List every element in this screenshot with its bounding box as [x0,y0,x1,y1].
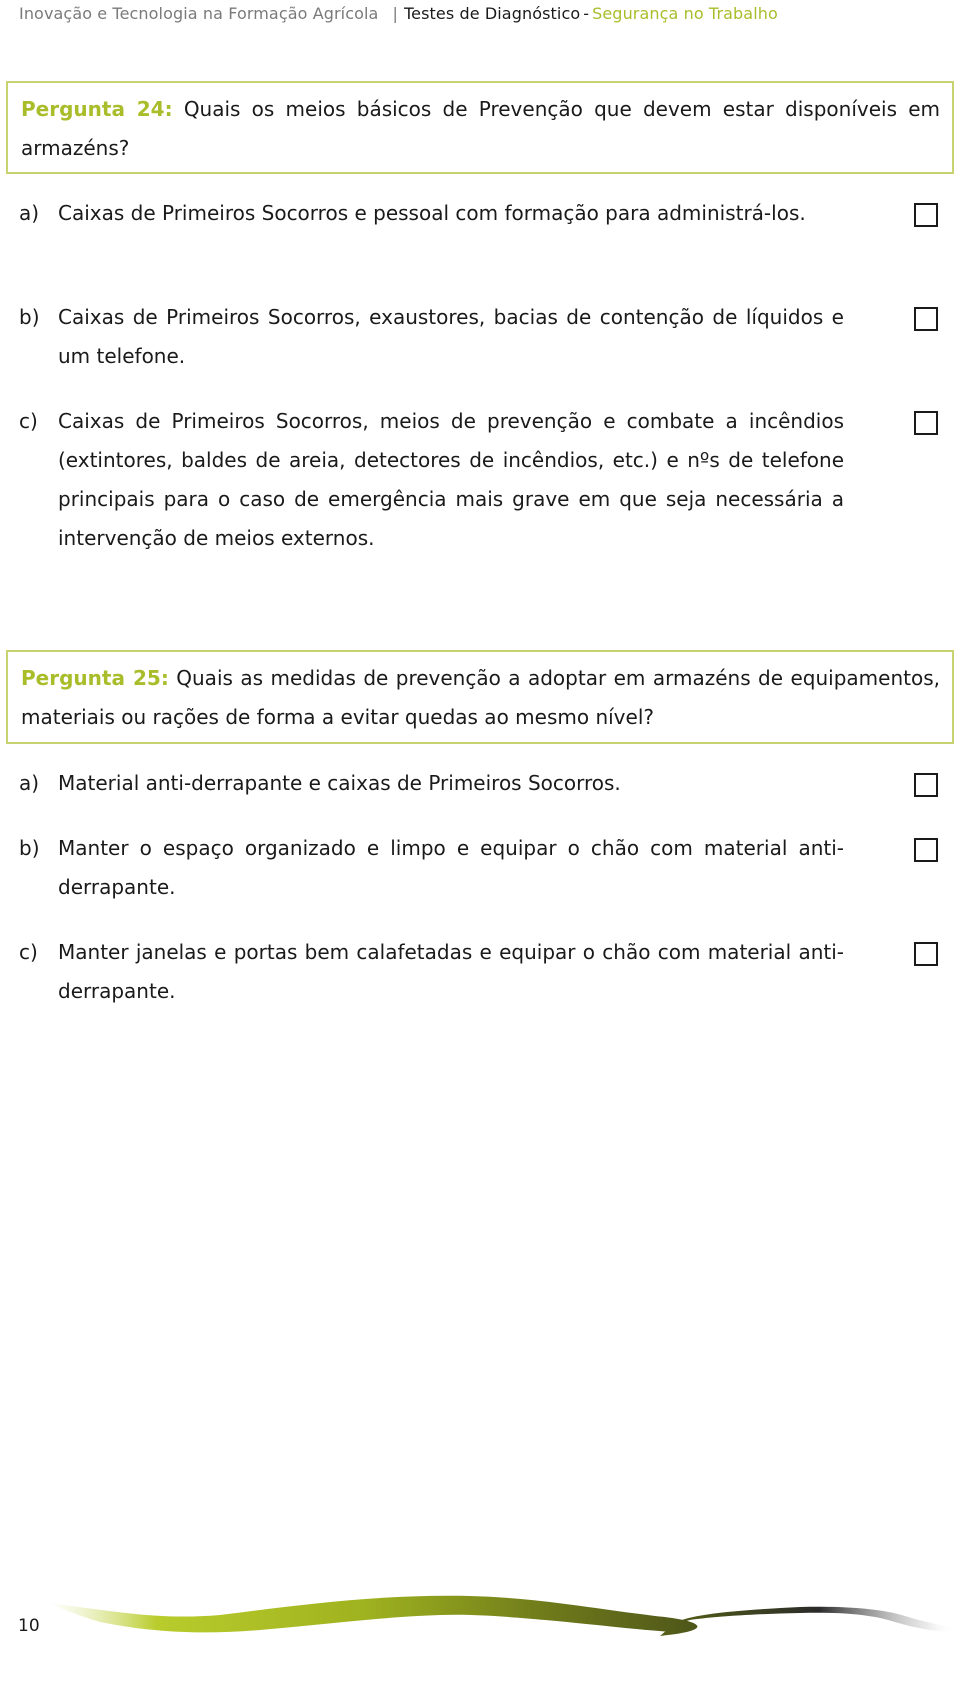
option-25-a: a) Material anti-derrapante e caixas de … [19,764,844,803]
option-text: Manter o espaço organizado e limpo e equ… [58,836,844,899]
option-text: Caixas de Primeiros Socorros, exaustores… [58,305,844,368]
option-text: Manter janelas e portas bem calafetadas … [58,940,844,1003]
checkbox-24-a[interactable] [914,203,938,227]
topic-title: Segurança no Trabalho [592,4,778,23]
question-24-box: Pergunta 24: Quais os meios básicos de P… [6,81,954,174]
swoosh-shape [48,1595,955,1636]
header-dash: - [583,4,590,23]
option-letter: a) [19,771,40,795]
checkbox-25-b[interactable] [914,838,938,862]
option-text: Caixas de Primeiros Socorros, meios de p… [58,409,844,550]
question-label: Pergunta 25: [21,666,169,690]
option-letter: c) [19,940,38,964]
option-text: Material anti-derrapante e caixas de Pri… [58,771,621,795]
option-24-c: c) Caixas de Primeiros Socorros, meios d… [19,402,844,558]
option-24-a: a) Caixas de Primeiros Socorros e pessoa… [19,194,844,233]
course-title: Inovação e Tecnologia na Formação Agríco… [19,4,379,23]
option-25-c: c) Manter janelas e portas bem calafetad… [19,933,844,1011]
checkbox-24-b[interactable] [914,307,938,331]
option-letter: a) [19,201,40,225]
question-label: Pergunta 24: [21,97,173,121]
footer-swoosh-decoration [48,1595,955,1636]
question-25-box: Pergunta 25: Quais as medidas de prevenç… [6,650,954,744]
header-separator: | [392,4,398,23]
option-letter: b) [19,305,40,329]
option-text: Caixas de Primeiros Socorros e pessoal c… [58,201,806,225]
option-25-b: b) Manter o espaço organizado e limpo e … [19,829,844,907]
checkbox-24-c[interactable] [914,411,938,435]
option-letter: c) [19,409,38,433]
checkbox-25-a[interactable] [914,773,938,797]
checkbox-25-c[interactable] [914,942,938,966]
option-letter: b) [19,836,40,860]
section-title: Testes de Diagnóstico [403,4,581,23]
running-header: Inovação e Tecnologia na Formação Agríco… [19,4,778,23]
option-24-b: b) Caixas de Primeiros Socorros, exausto… [19,298,844,376]
page-number: 10 [18,1616,40,1636]
